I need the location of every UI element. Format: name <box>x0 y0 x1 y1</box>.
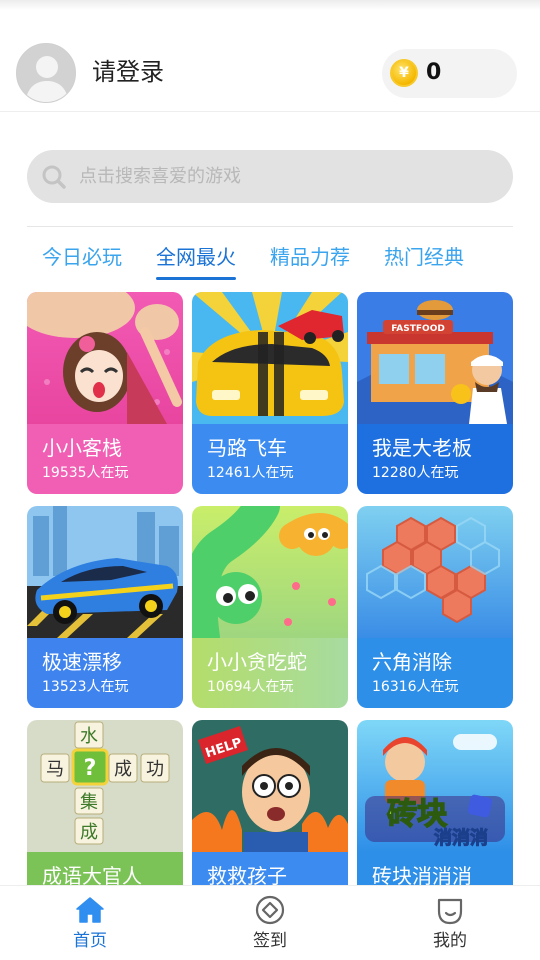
divider <box>27 226 513 227</box>
game-info: 成语大官人 <box>27 852 183 885</box>
game-title: 成语大官人 <box>42 864 142 885</box>
coin-count: 0 <box>426 60 442 85</box>
nav-home-label: 首页 <box>73 931 107 951</box>
game-info: 砖块消消消 <box>357 852 513 885</box>
game-title: 救救孩子 <box>207 864 287 885</box>
idiom-char: 水 <box>80 726 98 747</box>
coin-balance[interactable]: ¥ 0 <box>382 49 517 98</box>
game-grid: 小小客栈 19535人在玩 马路飞车 12461人在玩 FASTFOOD 我是大… <box>0 292 540 885</box>
game-player-count: 19535人在玩 <box>42 465 129 481</box>
game-title: 小小客栈 <box>42 436 122 460</box>
idiom-char: ? <box>84 756 97 781</box>
nav-checkin[interactable]: 签到 <box>210 886 330 960</box>
game-player-count: 12461人在玩 <box>207 465 294 481</box>
game-info: 我是大老板 12280人在玩 <box>357 424 513 494</box>
game-info: 小小客栈 19535人在玩 <box>27 424 183 494</box>
game-card[interactable]: 水 马 ? 成 功 集 成 成语大官人 <box>27 720 183 885</box>
game-player-count: 10694人在玩 <box>207 679 294 695</box>
search-input[interactable] <box>79 150 499 203</box>
game-info: 救救孩子 <box>192 852 348 885</box>
idiom-char: 成 <box>114 759 132 780</box>
coin-symbol: ¥ <box>399 65 409 81</box>
nav-checkin-label: 签到 <box>253 931 287 951</box>
search-bar[interactable] <box>27 150 513 203</box>
game-thumbnail: HELP <box>192 720 348 852</box>
header: 请登录 ¥ 0 <box>0 40 540 112</box>
game-info: 马路飞车 12461人在玩 <box>192 424 348 494</box>
default-user-icon <box>17 44 75 102</box>
home-icon <box>76 897 104 923</box>
game-thumbnail <box>192 292 348 424</box>
game-thumbnail: 砖块 消消消 <box>357 720 513 852</box>
game-thumbnail: FASTFOOD <box>357 292 513 424</box>
brick-logo-bottom: 消消消 <box>434 827 488 849</box>
game-title: 我是大老板 <box>372 436 472 460</box>
idiom-char: 功 <box>146 759 164 780</box>
nav-profile-label: 我的 <box>433 931 467 951</box>
game-thumbnail <box>192 506 348 638</box>
game-info: 小小贪吃蛇 10694人在玩 <box>192 638 348 708</box>
game-card[interactable]: 极速漂移 13523人在玩 <box>27 506 183 708</box>
game-card[interactable]: 小小贪吃蛇 10694人在玩 <box>192 506 348 708</box>
game-info: 六角消除 16316人在玩 <box>357 638 513 708</box>
tab-today-must-play[interactable]: 今日必玩 <box>42 242 122 272</box>
game-thumbnail <box>27 292 183 424</box>
search-icon <box>42 165 66 189</box>
idiom-char: 成 <box>80 822 98 843</box>
avatar[interactable] <box>16 43 76 103</box>
game-title: 极速漂移 <box>42 650 122 674</box>
game-title: 马路飞车 <box>207 436 287 460</box>
brick-logo-top: 砖块 <box>387 797 447 832</box>
game-thumbnail: 水 马 ? 成 功 集 成 <box>27 720 183 852</box>
game-card[interactable]: FASTFOOD 我是大老板 12280人在玩 <box>357 292 513 494</box>
game-player-count: 12280人在玩 <box>372 465 459 481</box>
tab-recommended[interactable]: 精品力荐 <box>270 242 350 272</box>
game-title: 六角消除 <box>372 650 452 674</box>
status-bar <box>0 0 540 10</box>
game-title: 砖块消消消 <box>372 864 472 885</box>
checkin-icon <box>255 895 285 925</box>
category-tabs: 今日必玩 全网最火 精品力荐 热门经典 <box>0 240 540 280</box>
fastfood-sign: FASTFOOD <box>391 324 445 334</box>
login-link[interactable]: 请登录 <box>92 56 164 88</box>
idiom-char: 集 <box>80 792 98 813</box>
coin-icon: ¥ <box>390 59 418 87</box>
game-player-count: 16316人在玩 <box>372 679 459 695</box>
game-info: 极速漂移 13523人在玩 <box>27 638 183 708</box>
game-player-count: 13523人在玩 <box>42 679 129 695</box>
game-thumbnail <box>27 506 183 638</box>
idiom-char: 马 <box>46 759 64 780</box>
tab-classics[interactable]: 热门经典 <box>384 242 464 272</box>
game-card[interactable]: 小小客栈 19535人在玩 <box>27 292 183 494</box>
profile-icon <box>437 898 463 925</box>
game-title: 小小贪吃蛇 <box>207 650 307 674</box>
game-card[interactable]: 砖块 消消消 砖块消消消 <box>357 720 513 885</box>
game-card[interactable]: 马路飞车 12461人在玩 <box>192 292 348 494</box>
tab-hottest[interactable]: 全网最火 <box>156 242 236 280</box>
nav-profile[interactable]: 我的 <box>390 886 510 960</box>
nav-home[interactable]: 首页 <box>30 886 150 960</box>
game-thumbnail <box>357 506 513 638</box>
game-card[interactable]: 六角消除 16316人在玩 <box>357 506 513 708</box>
game-card[interactable]: HELP 救救孩子 <box>192 720 348 885</box>
bottom-nav: 首页 签到 我的 <box>0 885 540 960</box>
